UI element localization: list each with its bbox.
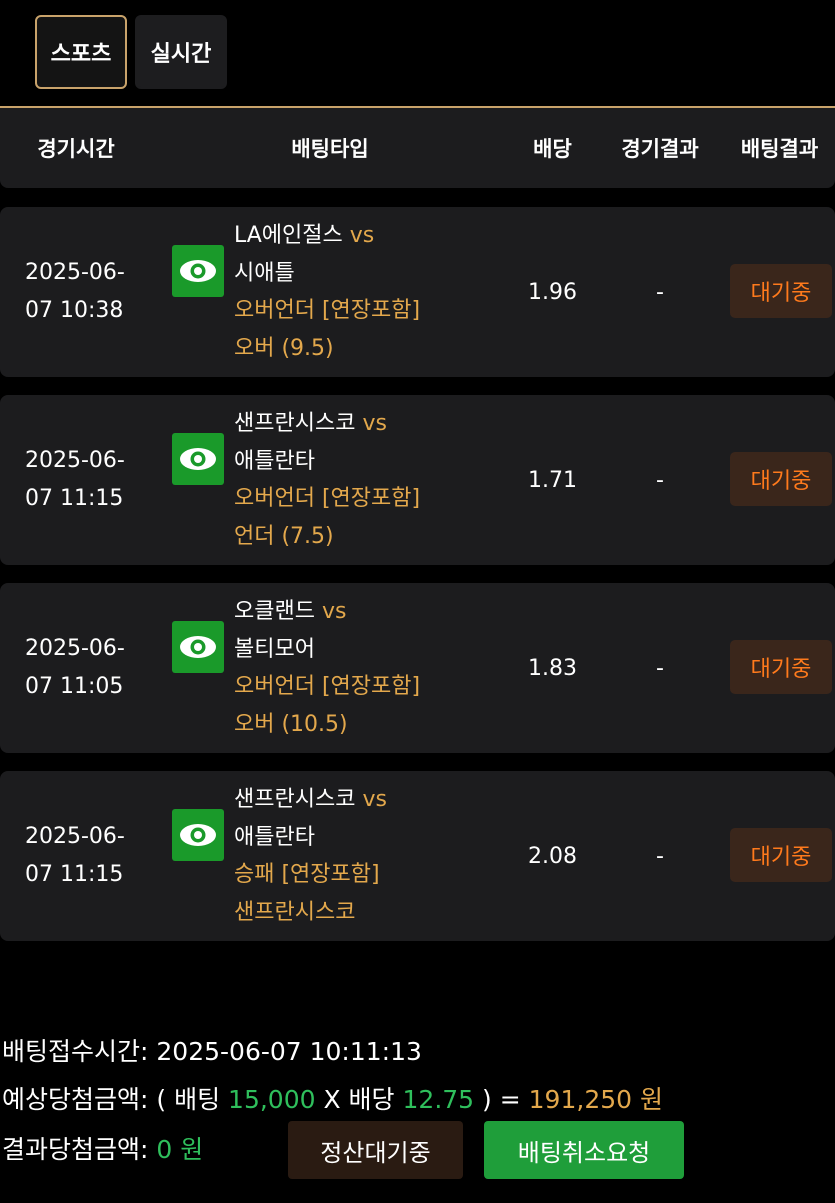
game-clock: 07 11:15 — [25, 486, 124, 511]
odds-value: 2.08 — [528, 843, 577, 869]
game-result: - — [656, 279, 664, 305]
table-header: 경기시간 배팅타입 배당 경기결과 배팅결과 — [0, 108, 835, 188]
result-amount: 0 원 — [156, 1135, 204, 1164]
header-bet-type: 배팅타입 — [291, 137, 369, 161]
home-team: 오클랜드 — [234, 599, 315, 624]
tab-live[interactable]: 실시간 — [135, 15, 227, 89]
game-result: - — [656, 467, 664, 493]
away-team: 애틀란타 — [234, 824, 315, 850]
status-badge: 대기중 — [730, 640, 832, 694]
home-team: LA에인절스 — [234, 223, 343, 248]
game-date: 2025-06- — [25, 260, 125, 285]
bet-market: 오버언더 [연장포함] — [234, 486, 421, 511]
header-bet-result: 배팅결과 — [740, 137, 819, 161]
game-clock: 07 11:05 — [25, 674, 124, 699]
vs-label: vs — [349, 223, 375, 248]
settlement-pending-button[interactable]: 정산대기중 — [288, 1121, 463, 1179]
odds-value: 1.96 — [528, 279, 577, 305]
bet-type-cell: 샌프란시스코 vs 애틀란타 승패 [연장포함] 샌프란시스코 — [234, 771, 387, 941]
game-date: 2025-06- — [25, 824, 125, 849]
game-result: - — [656, 843, 664, 869]
home-team: 샌프란시스코 — [234, 787, 356, 812]
tab-bar: 스포츠 실시간 — [35, 15, 227, 89]
bet-pick: 오버 (10.5) — [234, 711, 348, 737]
game-time: 2025-06- 07 10:38 — [25, 207, 125, 377]
stake-amount: 15,000 — [228, 1085, 316, 1114]
game-clock: 07 11:15 — [25, 862, 124, 887]
game-date: 2025-06- — [25, 448, 125, 473]
eye-icon[interactable] — [172, 245, 224, 297]
vs-label: vs — [362, 787, 387, 812]
total-odds: 12.75 — [402, 1085, 475, 1114]
tab-sports[interactable]: 스포츠 — [35, 15, 127, 89]
bet-type-cell: 오클랜드 vs 볼티모어 오버언더 [연장포함] 오버 (10.5) — [234, 583, 420, 753]
game-time: 2025-06- 07 11:15 — [25, 395, 125, 565]
bet-type-cell: LA에인절스 vs 시애틀 오버언더 [연장포함] 오버 (9.5) — [234, 207, 420, 377]
eye-icon[interactable] — [172, 433, 224, 485]
game-date: 2025-06- — [25, 636, 125, 661]
odds-value: 1.71 — [528, 467, 577, 493]
expected-times: X 배당 — [323, 1085, 395, 1114]
bet-pick: 언더 (7.5) — [234, 523, 334, 549]
cancel-bet-request-button[interactable]: 배팅취소요청 — [484, 1121, 684, 1179]
bet-market: 오버언더 [연장포함] — [234, 674, 421, 699]
bet-received-time: 배팅접수시간: 2025-06-07 10:11:13 — [2, 1032, 422, 1068]
received-label: 배팅접수시간: — [2, 1037, 149, 1066]
away-team: 시애틀 — [234, 260, 295, 286]
expected-close: ) = — [482, 1085, 521, 1114]
bet-pick: 오버 (9.5) — [234, 335, 334, 361]
bet-type-cell: 샌프란시스코 vs 애틀란타 오버언더 [연장포함] 언더 (7.5) — [234, 395, 420, 565]
bet-pick: 샌프란시스코 — [234, 899, 356, 925]
away-team: 볼티모어 — [234, 636, 315, 662]
received-value: 2025-06-07 10:11:13 — [156, 1037, 422, 1066]
result-winnings: 결과당첨금액: 0 원 — [2, 1130, 203, 1166]
eye-icon[interactable] — [172, 621, 224, 673]
game-time: 2025-06- 07 11:15 — [25, 771, 125, 941]
vs-label: vs — [362, 411, 387, 436]
status-badge: 대기중 — [730, 452, 832, 506]
table-row: 2025-06- 07 11:05 오클랜드 vs 볼티모어 오버언더 [연장포… — [0, 583, 835, 753]
vs-label: vs — [321, 599, 347, 624]
result-label: 결과당첨금액: — [2, 1135, 149, 1164]
bet-market: 오버언더 [연장포함] — [234, 298, 421, 323]
odds-value: 1.83 — [528, 655, 577, 681]
away-team: 애틀란타 — [234, 448, 315, 474]
expected-amount: 191,250 원 — [528, 1085, 663, 1114]
expected-winnings: 예상당첨금액: ( 배팅 15,000 X 배당 12.75 ) = 191,2… — [2, 1080, 663, 1116]
eye-icon[interactable] — [172, 809, 224, 861]
bet-market: 승패 [연장포함] — [234, 862, 380, 887]
status-badge: 대기중 — [730, 828, 832, 882]
header-game-result: 경기결과 — [621, 137, 699, 161]
game-clock: 07 10:38 — [25, 298, 124, 323]
expected-label: 예상당첨금액: — [2, 1085, 149, 1114]
table-row: 2025-06- 07 11:15 샌프란시스코 vs 애틀란타 오버언더 [연… — [0, 395, 835, 565]
game-result: - — [656, 655, 664, 681]
status-badge: 대기중 — [730, 264, 832, 318]
header-odds: 배당 — [533, 137, 572, 161]
table-row: 2025-06- 07 11:15 샌프란시스코 vs 애틀란타 승패 [연장포… — [0, 771, 835, 941]
game-time: 2025-06- 07 11:05 — [25, 583, 125, 753]
header-game-time: 경기시간 — [37, 137, 115, 161]
home-team: 샌프란시스코 — [234, 411, 356, 436]
expected-open: ( 배팅 — [156, 1085, 221, 1114]
table-row: 2025-06- 07 10:38 LA에인절스 vs 시애틀 오버언더 [연장… — [0, 207, 835, 377]
